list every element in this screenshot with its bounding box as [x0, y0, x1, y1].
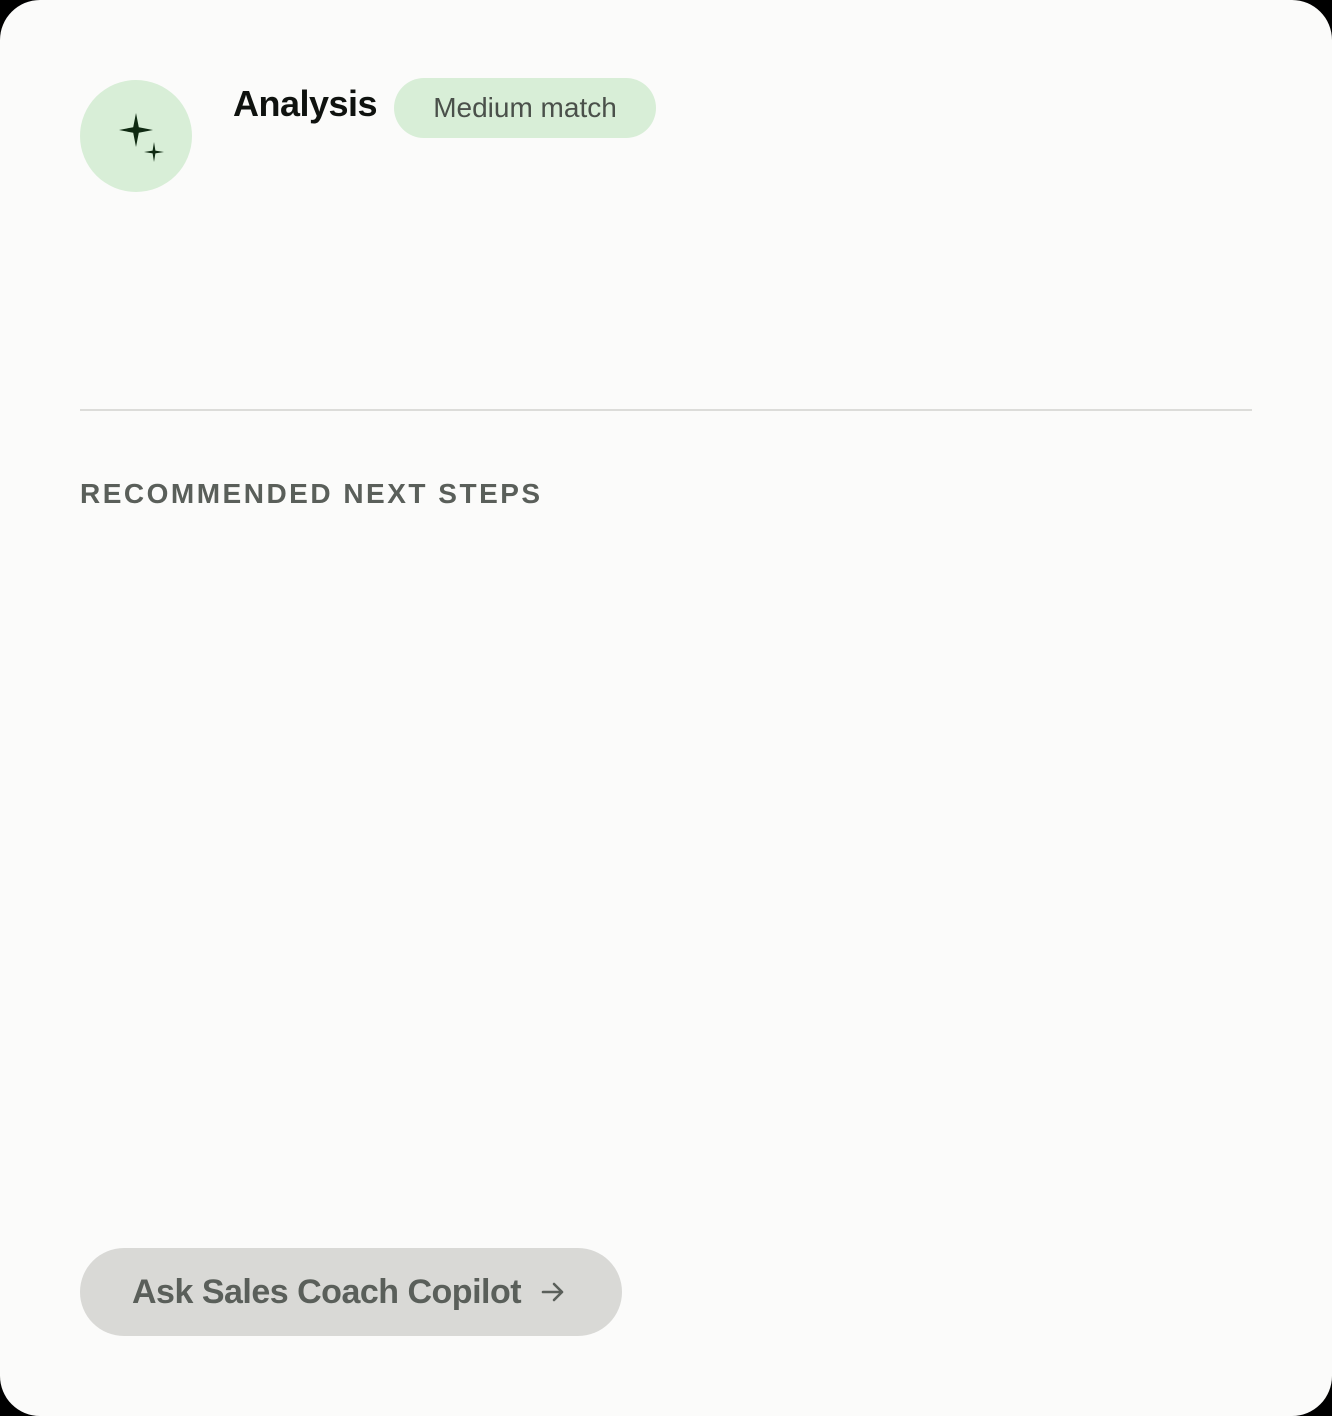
sparkles-icon [119, 113, 164, 162]
analysis-card: Analysis Medium match RECOMMENDED NEXT S… [0, 0, 1332, 1416]
match-badge: Medium match [394, 78, 656, 138]
arrow-right-icon [539, 1278, 567, 1306]
analysis-avatar [80, 80, 192, 192]
recommended-next-steps-heading: RECOMMENDED NEXT STEPS [80, 478, 543, 509]
ask-sales-coach-copilot-button[interactable]: Ask Sales Coach Copilot [80, 1248, 622, 1336]
cta-label: Ask Sales Coach Copilot [132, 1272, 522, 1311]
section-divider [80, 409, 1252, 411]
page-title: Analysis [233, 83, 378, 124]
